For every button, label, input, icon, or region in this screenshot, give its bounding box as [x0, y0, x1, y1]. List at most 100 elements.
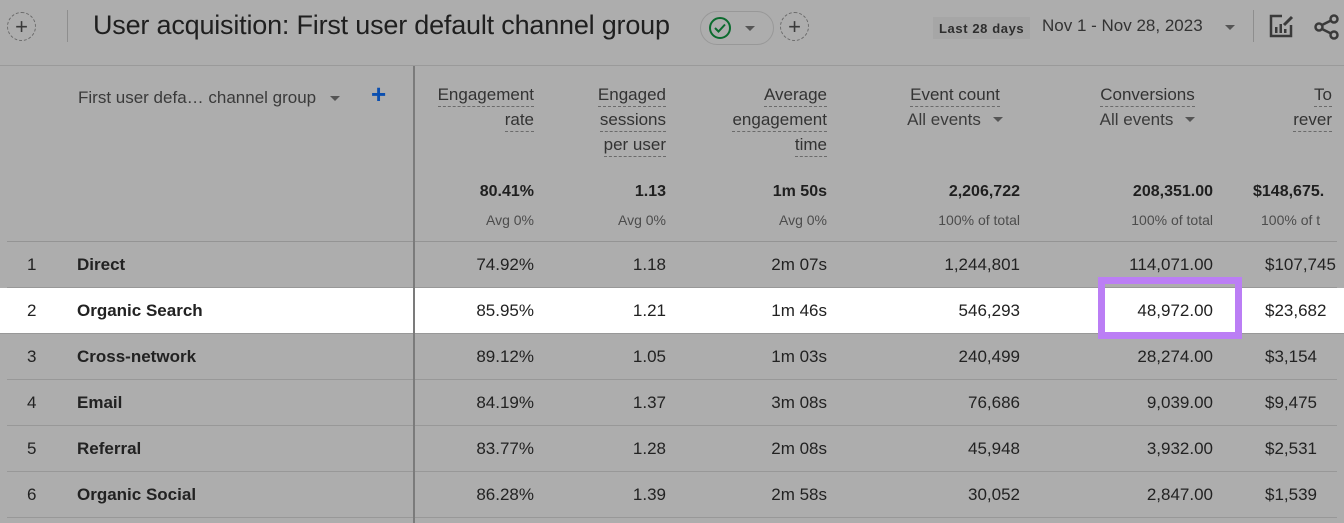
metric-cell-engagement-rate: 86.28%	[476, 485, 534, 504]
total-subtext: 100% of t	[1261, 212, 1321, 228]
event-filter-label: All events	[907, 110, 981, 129]
report-status-button[interactable]	[700, 11, 774, 45]
metric-cell-conversions: 48,972.00	[1137, 301, 1213, 320]
share-icon	[1314, 14, 1339, 40]
metric-cell-engaged-sessions: 1.18	[632, 255, 666, 274]
channel-name: Direct	[77, 255, 126, 274]
header-divider	[67, 10, 68, 42]
metric-cell-engaged-sessions: 1.28	[632, 439, 666, 458]
row-index: 4	[27, 393, 37, 412]
column-header-line: rever	[1293, 109, 1332, 132]
date-preset-label: Last 28 days	[933, 17, 1031, 39]
total-value: 2,206,722	[948, 183, 1020, 200]
column-header-line: Engagement	[437, 84, 534, 107]
chevron-down-icon	[330, 95, 341, 101]
column-header-engagement-rate[interactable]: Engagement rate	[420, 82, 534, 132]
metric-cell-avg-engagement-time: 2m 07s	[771, 255, 827, 274]
metric-cell-conversions: 9,039.00	[1146, 393, 1213, 412]
metric-cell-engagement-rate: 89.12%	[476, 347, 534, 366]
metric-cell-engagement-rate: 83.77%	[476, 439, 534, 458]
column-header-line: time	[794, 134, 827, 157]
column-header-event-count[interactable]: Event count All events	[880, 82, 1030, 132]
metric-cell-event-count: 1,244,801	[944, 255, 1020, 274]
table-row[interactable]: 6 Organic Social 86.28% 1.39 2m 58s 30,052 2,8…	[7, 472, 1337, 518]
column-header-avg-engagement-time[interactable]: Average engagement time	[680, 82, 827, 157]
add-dimension-button[interactable]: +	[371, 81, 386, 107]
metric-cell-event-count: 45,948	[968, 439, 1020, 458]
metric-cell-total-revenue: $2,531	[1265, 439, 1317, 458]
acquisition-table: First user defa… channel group + Engagem…	[0, 66, 1344, 523]
event-filter-label: All events	[1099, 110, 1174, 129]
metric-cell-conversions: 2,847.00	[1146, 485, 1213, 504]
metric-cell-engaged-sessions: 1.05	[632, 347, 666, 366]
check-circle-icon	[709, 17, 731, 39]
event-count-filter-dropdown[interactable]: All events	[880, 107, 1030, 132]
metric-cell-conversions: 28,274.00	[1137, 347, 1213, 366]
edit-report-button[interactable]	[1267, 12, 1297, 42]
report-header: + User acquisition: First user default c…	[0, 0, 1344, 66]
total-value: $148,675.	[1253, 183, 1325, 200]
metric-cell-conversions: 114,071.00	[1129, 255, 1213, 274]
column-header-conversions[interactable]: Conversions All events	[1075, 82, 1220, 132]
total-value: 1m 50s	[772, 183, 827, 200]
date-range-chevron-icon[interactable]	[1225, 25, 1235, 30]
total-value: 1.13	[634, 183, 666, 200]
edit-report-icon	[1269, 14, 1294, 38]
page-title: User acquisition: First user default cha…	[93, 10, 670, 40]
total-subtext: Avg 0%	[779, 212, 827, 228]
row-index: 6	[27, 485, 37, 504]
metric-cell-event-count: 546,293	[958, 301, 1020, 320]
add-comparison-button[interactable]: +	[7, 12, 36, 41]
column-header-line: rate	[504, 109, 534, 132]
total-subtext: Avg 0%	[618, 212, 666, 228]
dimension-header-label: First user defa… channel group	[78, 88, 317, 107]
row-index: 3	[27, 347, 37, 366]
row-index: 2	[27, 301, 37, 320]
column-header-line: Average	[763, 84, 827, 107]
channel-name: Referral	[77, 439, 142, 458]
column-header-line: Conversions	[1100, 84, 1195, 107]
column-header-line: sessions	[599, 109, 666, 132]
report-page: + User acquisition: First user default c…	[0, 0, 1344, 523]
table-row[interactable]: 3 Cross-network 89.12% 1.05 1m 03s 240,499 28,…	[7, 334, 1337, 380]
column-header-line: Event count	[910, 84, 1000, 107]
metric-cell-avg-engagement-time: 3m 08s	[771, 393, 827, 412]
row-index: 1	[27, 255, 37, 274]
metric-cell-avg-engagement-time: 2m 08s	[771, 439, 827, 458]
metric-cell-total-revenue: $1,539	[1265, 485, 1317, 504]
dimension-selector[interactable]: First user defa… channel group	[78, 88, 341, 108]
column-header-total-revenue[interactable]: To rever	[1260, 82, 1332, 132]
table-row[interactable]: 2 Organic Search 85.95% 1.21 1m 46s 546,293 48…	[0, 288, 1344, 334]
chevron-down-icon	[1185, 117, 1196, 122]
metric-cell-total-revenue: $23,682	[1265, 301, 1327, 320]
add-button[interactable]: +	[780, 12, 809, 41]
header-divider	[1253, 10, 1254, 42]
column-header-line: per user	[603, 134, 666, 157]
total-subtext: 100% of total	[1131, 212, 1213, 228]
date-range-picker[interactable]: Nov 1 - Nov 28, 2023	[1042, 16, 1203, 36]
metric-cell-event-count: 76,686	[968, 393, 1020, 412]
channel-name: Organic Search	[77, 301, 203, 320]
dimension-column-divider[interactable]	[413, 66, 415, 523]
column-header-line: To	[1314, 84, 1332, 107]
metric-cell-event-count: 30,052	[968, 485, 1020, 504]
total-value: 80.41%	[479, 183, 534, 200]
metric-cell-total-revenue: $3,154	[1265, 347, 1317, 366]
column-header-engaged-sessions[interactable]: Engaged sessions per user	[560, 82, 666, 157]
conversions-filter-dropdown[interactable]: All events	[1075, 107, 1220, 132]
metric-cell-total-revenue: $9,475	[1265, 393, 1317, 412]
share-button[interactable]	[1312, 12, 1342, 42]
table-row[interactable]: 1 Direct 74.92% 1.18 2m 07s 1,244,801 114,071.…	[7, 242, 1337, 288]
chevron-down-icon	[992, 117, 1003, 122]
metric-cell-conversions: 3,932.00	[1146, 439, 1213, 458]
channel-name: Organic Social	[77, 485, 197, 504]
metric-cell-engagement-rate: 85.95%	[476, 301, 534, 320]
metric-cell-event-count: 240,499	[958, 347, 1020, 366]
table-row[interactable]: 4 Email 84.19% 1.37 3m 08s 76,686 9,039.00 $9,4…	[7, 380, 1337, 426]
column-header-line: engagement	[732, 109, 827, 132]
metric-cell-avg-engagement-time: 1m 46s	[771, 301, 827, 320]
table-row[interactable]: 5 Referral 83.77% 1.28 2m 08s 45,948 3,932.00 $…	[7, 426, 1337, 472]
channel-name: Cross-network	[77, 347, 197, 366]
metric-cell-engagement-rate: 74.92%	[476, 255, 534, 274]
row-index: 5	[27, 439, 37, 458]
